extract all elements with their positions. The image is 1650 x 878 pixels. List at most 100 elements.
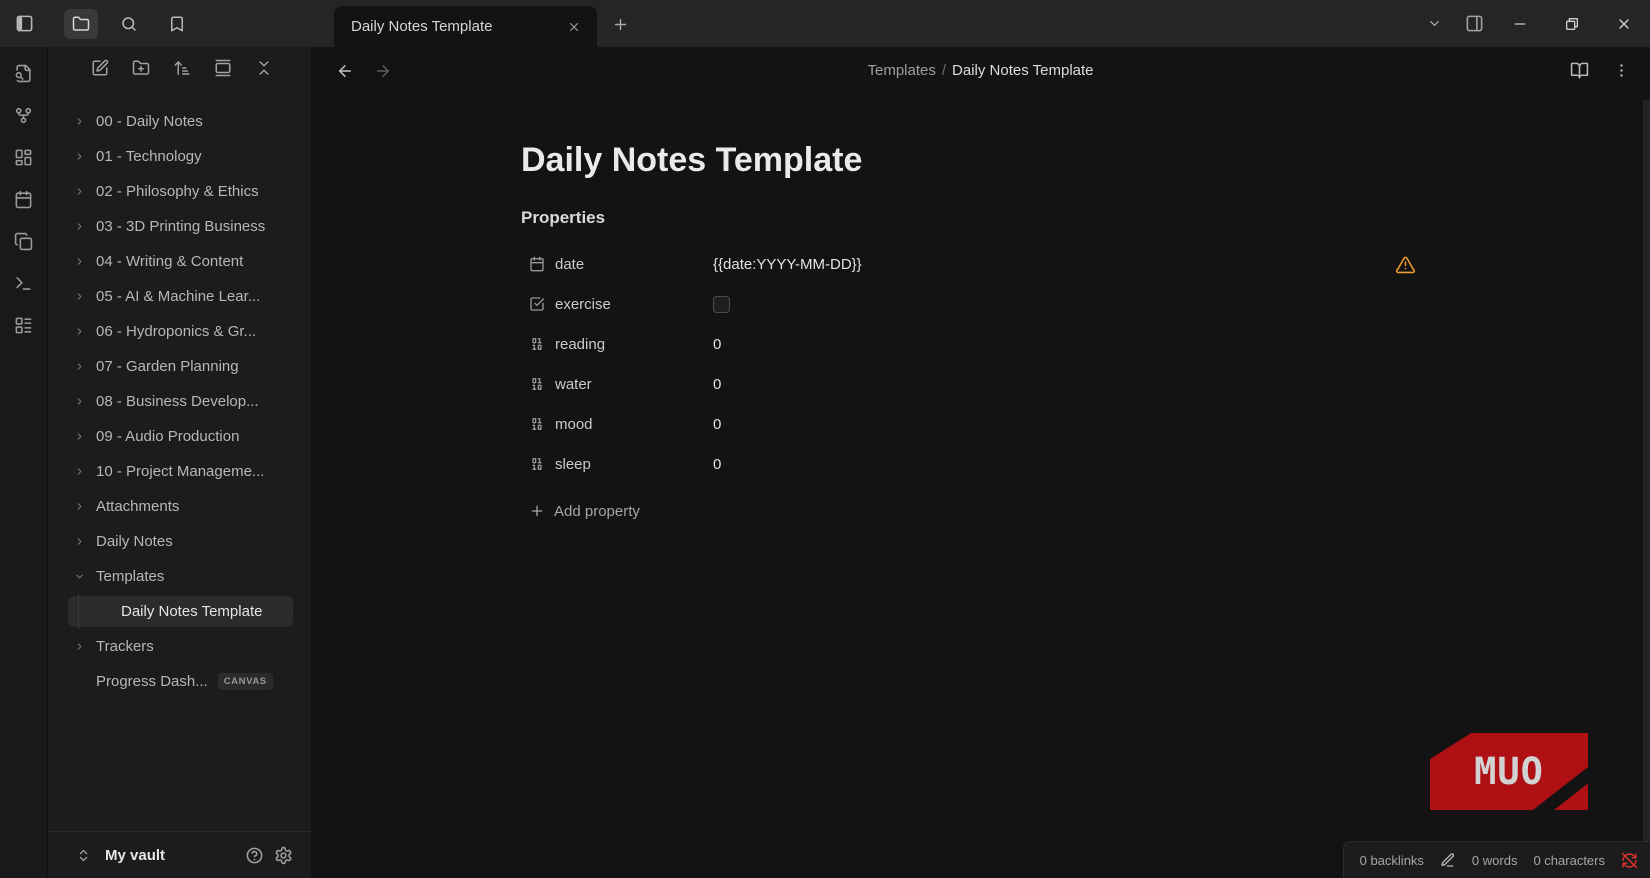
- add-property-label: Add property: [554, 503, 640, 520]
- breadcrumb-parent[interactable]: Templates: [868, 62, 936, 79]
- search-view-button[interactable]: [112, 9, 146, 39]
- tree-folder[interactable]: Daily Notes: [48, 524, 311, 559]
- tab-daily-notes-template[interactable]: Daily Notes Template: [334, 6, 597, 47]
- property-row-date[interactable]: date {{date:YYYY-MM-DD}}: [521, 244, 1421, 284]
- tree-folder[interactable]: Trackers: [48, 629, 311, 664]
- terminal-icon: [14, 274, 33, 293]
- property-row-sleep[interactable]: sleep 0: [521, 444, 1421, 484]
- property-value[interactable]: 0: [713, 456, 721, 473]
- tree-label: Templates: [96, 568, 164, 585]
- editor-scrollbar[interactable]: [1643, 100, 1650, 878]
- files-view-button[interactable]: [64, 9, 98, 39]
- chevron-right-icon: [74, 536, 85, 547]
- tree-folder[interactable]: 05 - AI & Machine Lear...: [48, 279, 311, 314]
- gallery-vertical-icon: [214, 59, 232, 77]
- new-tab-button[interactable]: [603, 7, 637, 41]
- backlinks-count[interactable]: 0 backlinks: [1360, 853, 1424, 868]
- property-value[interactable]: {{date:YYYY-MM-DD}}: [713, 256, 862, 273]
- sync-off-icon[interactable]: [1621, 852, 1638, 869]
- vault-footer: My vault: [48, 831, 311, 878]
- property-row-mood[interactable]: mood 0: [521, 404, 1421, 444]
- settings-button[interactable]: [274, 846, 293, 865]
- tree-folder[interactable]: 03 - 3D Printing Business: [48, 209, 311, 244]
- quick-switcher-button[interactable]: [12, 63, 36, 83]
- tree-folder[interactable]: 09 - Audio Production: [48, 419, 311, 454]
- sort-order-button[interactable]: [173, 59, 191, 82]
- tree-folder[interactable]: 08 - Business Develop...: [48, 384, 311, 419]
- tree-file-selected[interactable]: Daily Notes Template: [48, 594, 311, 629]
- tree-folder[interactable]: 06 - Hydroponics & Gr...: [48, 314, 311, 349]
- tree-folder[interactable]: 00 - Daily Notes: [48, 104, 311, 139]
- gear-icon: [274, 846, 293, 865]
- chevron-down-icon: [1427, 16, 1442, 31]
- workspace-layouts-button[interactable]: [12, 315, 36, 335]
- new-folder-button[interactable]: [132, 59, 150, 82]
- insert-template-button[interactable]: [12, 231, 36, 251]
- minimize-button[interactable]: [1494, 0, 1546, 47]
- note-title[interactable]: Daily Notes Template: [521, 138, 1421, 182]
- vault-switcher-button[interactable]: [76, 848, 91, 863]
- help-button[interactable]: [245, 846, 264, 865]
- bookmarks-view-button[interactable]: [160, 9, 194, 39]
- close-window-button[interactable]: [1598, 0, 1650, 47]
- tree-folder[interactable]: 07 - Garden Planning: [48, 349, 311, 384]
- tree-folder[interactable]: Attachments: [48, 489, 311, 524]
- character-count[interactable]: 0 characters: [1533, 853, 1605, 868]
- word-count[interactable]: 0 words: [1472, 853, 1518, 868]
- file-explorer-panel: 00 - Daily Notes 01 - Technology 02 - Ph…: [48, 47, 311, 878]
- tree-label: Daily Notes Template: [121, 594, 262, 629]
- toggle-left-sidebar-button[interactable]: [7, 9, 41, 39]
- property-value[interactable]: 0: [713, 416, 721, 433]
- graph-icon: [14, 106, 33, 125]
- note-content: Daily Notes Template Properties date {{d…: [311, 94, 1421, 530]
- tree-folder[interactable]: 01 - Technology: [48, 139, 311, 174]
- chevron-right-icon: [74, 151, 85, 162]
- new-note-button[interactable]: [91, 59, 109, 82]
- command-palette-button[interactable]: [12, 273, 36, 293]
- tree-file-canvas[interactable]: Progress Dash...CANVAS: [48, 664, 311, 699]
- property-value[interactable]: 0: [713, 376, 721, 393]
- vault-name[interactable]: My vault: [105, 847, 235, 864]
- canvas-icon: [14, 148, 33, 167]
- breadcrumb-current[interactable]: Daily Notes Template: [952, 62, 1093, 79]
- maximize-button[interactable]: [1546, 0, 1598, 47]
- property-name[interactable]: date: [555, 256, 713, 273]
- tree-folder[interactable]: 02 - Philosophy & Ethics: [48, 174, 311, 209]
- edit-mode-indicator[interactable]: [1440, 852, 1456, 868]
- check-square-icon: [529, 296, 545, 312]
- chevron-right-icon: [74, 116, 85, 127]
- exercise-checkbox[interactable]: [713, 296, 730, 313]
- daily-note-button[interactable]: [12, 189, 36, 209]
- property-name[interactable]: mood: [555, 416, 713, 433]
- property-name[interactable]: reading: [555, 336, 713, 353]
- tree-label: Attachments: [96, 498, 179, 515]
- toggle-right-sidebar-button[interactable]: [1454, 0, 1494, 47]
- property-row-reading[interactable]: reading 0: [521, 324, 1421, 364]
- status-bar: 0 backlinks 0 words 0 characters: [1343, 841, 1650, 878]
- property-row-water[interactable]: water 0: [521, 364, 1421, 404]
- calendar-icon: [14, 190, 33, 209]
- plus-icon: [529, 503, 545, 519]
- tree-folder-expanded[interactable]: Templates: [48, 559, 311, 594]
- property-name[interactable]: exercise: [555, 296, 713, 313]
- bookmark-icon: [168, 15, 186, 33]
- chevron-right-icon: [74, 361, 85, 372]
- tree-folder[interactable]: 04 - Writing & Content: [48, 244, 311, 279]
- add-property-button[interactable]: Add property: [521, 492, 1421, 530]
- ribbon: [0, 47, 48, 878]
- file-explorer-header: [48, 47, 311, 94]
- property-value[interactable]: 0: [713, 336, 721, 353]
- gallery-view-button[interactable]: [214, 59, 232, 82]
- property-name[interactable]: water: [555, 376, 713, 393]
- tree-label: 04 - Writing & Content: [96, 253, 243, 270]
- minimize-icon: [1512, 16, 1528, 32]
- property-name[interactable]: sleep: [555, 456, 713, 473]
- graph-view-button[interactable]: [12, 105, 36, 125]
- collapse-all-button[interactable]: [255, 59, 273, 82]
- tab-list-button[interactable]: [1414, 0, 1454, 47]
- tree-folder[interactable]: 10 - Project Manageme...: [48, 454, 311, 489]
- new-canvas-button[interactable]: [12, 147, 36, 167]
- property-row-exercise[interactable]: exercise: [521, 284, 1421, 324]
- tab-close-button[interactable]: [561, 14, 587, 40]
- obsidian-window: Daily Notes Template: [0, 0, 1650, 878]
